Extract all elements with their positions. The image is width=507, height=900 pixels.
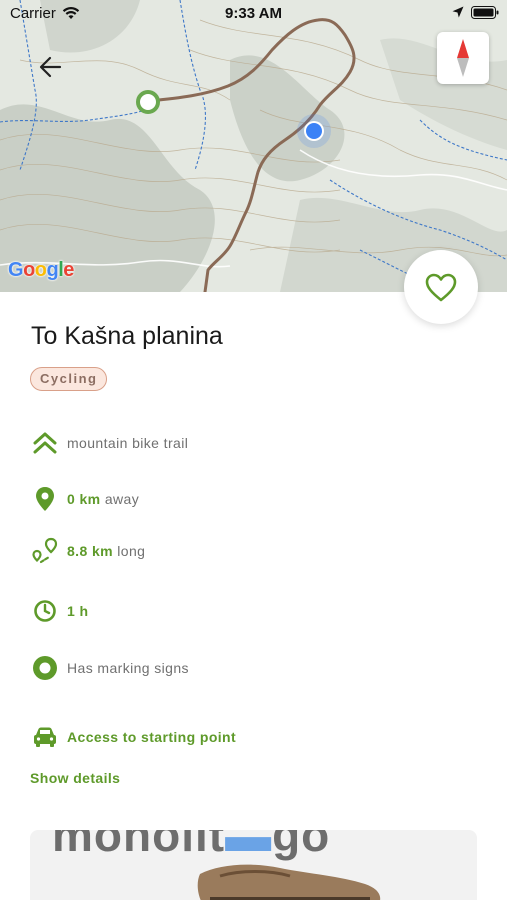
length-value: 8.8 km: [67, 543, 113, 559]
length-text: 8.8 km long: [67, 543, 145, 559]
status-bar: Carrier 9:33 AM: [0, 0, 507, 28]
distance-value: 0 km: [67, 491, 101, 507]
duration-row: 1 h: [31, 597, 471, 625]
distance-suffix: away: [104, 491, 140, 507]
clock-icon: [34, 600, 56, 622]
compass-icon: [457, 39, 469, 77]
access-row[interactable]: Access to starting point: [31, 723, 471, 751]
trail-type-row: mountain bike trail: [31, 429, 471, 457]
google-attribution: Google: [8, 259, 74, 281]
promo-banner[interactable]: monolit▬go: [30, 830, 477, 900]
status-time: 9:33 AM: [225, 5, 282, 22]
marking-row: Has marking signs: [31, 654, 471, 682]
distance-row: 0 km away: [31, 485, 471, 513]
favorite-button[interactable]: [404, 250, 478, 324]
length-suffix: long: [117, 543, 146, 559]
car-icon: [34, 727, 56, 747]
location-arrow-icon: [452, 6, 464, 18]
hiking-boot-image: [197, 864, 381, 900]
activity-tag: Cycling: [30, 367, 108, 391]
distance-text: 0 km away: [67, 491, 139, 507]
heart-icon: [425, 273, 457, 302]
trail-type-text: mountain bike trail: [67, 435, 189, 451]
back-button[interactable]: [34, 52, 70, 82]
show-details-link[interactable]: Show details: [30, 770, 120, 786]
double-chevron-up-icon: [33, 432, 57, 454]
access-link[interactable]: Access to starting point: [67, 729, 236, 745]
marking-sign-icon: [33, 656, 57, 680]
trail-map[interactable]: Carrier 9:33 AM Google: [0, 0, 507, 292]
map-pin-icon: [36, 487, 54, 511]
back-arrow-icon: [39, 56, 62, 78]
route-length-icon: [32, 537, 58, 564]
compass-button[interactable]: [437, 32, 489, 84]
marking-text: Has marking signs: [67, 660, 189, 676]
map-terrain: [0, 0, 507, 292]
battery-icon: [471, 6, 499, 19]
duration-text: 1 h: [67, 603, 89, 619]
length-row: 8.8 km long: [31, 537, 471, 565]
trail-title: To Kašna planina: [31, 322, 223, 350]
